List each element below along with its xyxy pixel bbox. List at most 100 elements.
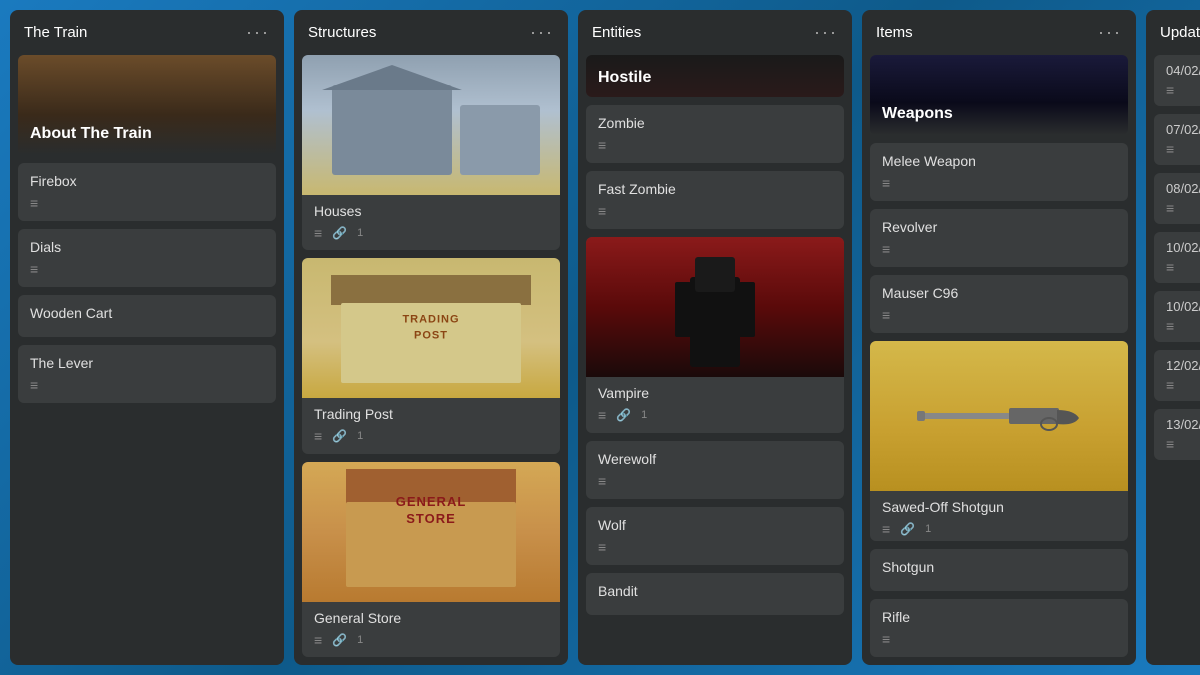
revolver-lines-icon	[882, 241, 890, 257]
card-rifle[interactable]: Rifle	[870, 599, 1128, 657]
card-firebox[interactable]: Firebox	[18, 163, 276, 221]
wooden-cart-title: Wooden Cart	[30, 305, 264, 321]
card-dials[interactable]: Dials	[18, 229, 276, 287]
column-title-entities: Entities	[592, 24, 641, 41]
card-vampire[interactable]: Vampire 🔗 1	[586, 237, 844, 433]
update-card-4[interactable]: 10/02/	[1154, 232, 1200, 283]
lever-lines-icon	[30, 377, 38, 393]
rifle-lines-icon	[882, 631, 890, 647]
general-attach-icon: 🔗	[332, 633, 347, 647]
sawed-off-attach-icon: 🔗	[900, 522, 915, 536]
houses-building	[332, 85, 452, 175]
shotgun-svg	[909, 396, 1089, 436]
melee-lines-icon	[882, 175, 890, 191]
zombie-lines-icon	[598, 137, 606, 153]
card-about-train[interactable]: About The Train	[18, 55, 276, 155]
card-shotgun[interactable]: Shotgun	[870, 549, 1128, 591]
column-content-items: Weapons Melee Weapon Revolver Mauser C96	[862, 55, 1136, 665]
vampire-lines-icon	[598, 407, 606, 423]
hostile-title: Hostile	[598, 69, 651, 86]
card-trading-post[interactable]: TRADINGPOST Trading Post 🔗 1	[302, 258, 560, 453]
general-sign: GENERALSTORE	[396, 494, 467, 528]
column-header-updates: Updates ···	[1146, 10, 1200, 55]
houses-attach-icon: 🔗	[332, 226, 347, 240]
sawed-off-attach-count: 1	[925, 523, 931, 535]
column-menu-structures[interactable]: ···	[530, 22, 554, 43]
upd6-lines	[1166, 377, 1174, 393]
general-store-title: General Store	[314, 610, 548, 626]
update-card-6[interactable]: 12/02/	[1154, 350, 1200, 401]
houses-lines-icon	[314, 225, 322, 241]
shotgun-image	[870, 341, 1128, 491]
trading-roof	[331, 275, 531, 305]
column-entities: Entities ··· Hostile Zombie Fast Zombie	[578, 10, 852, 665]
mauser-title: Mauser C96	[882, 285, 1116, 301]
weapons-title: Weapons	[882, 105, 1116, 123]
update-date-5: 10/02/	[1166, 299, 1200, 314]
card-melee-weapon[interactable]: Melee Weapon	[870, 143, 1128, 201]
roblox-arm-left	[675, 282, 691, 337]
werewolf-title: Werewolf	[598, 451, 832, 467]
card-wolf[interactable]: Wolf	[586, 507, 844, 565]
upd3-lines	[1166, 200, 1174, 216]
update-date-2: 07/02/	[1166, 122, 1200, 137]
roblox-head	[695, 257, 735, 292]
card-the-lever[interactable]: The Lever	[18, 345, 276, 403]
sawed-off-lines-icon	[882, 521, 890, 537]
card-houses[interactable]: Houses 🔗 1	[302, 55, 560, 250]
column-title-structures: Structures	[308, 24, 376, 41]
upd7-lines	[1166, 436, 1174, 452]
about-train-title: About The Train	[30, 125, 264, 143]
update-card-2[interactable]: 07/02/	[1154, 114, 1200, 165]
general-attach-count: 1	[357, 634, 363, 646]
column-content-the-train: About The Train Firebox Dials Wooden Car…	[10, 55, 284, 665]
column-title-items: Items	[876, 24, 913, 41]
trading-attach-count: 1	[357, 430, 363, 442]
upd1-lines	[1166, 82, 1174, 98]
column-menu-the-train[interactable]: ···	[246, 22, 270, 43]
column-title-the-train: The Train	[24, 24, 87, 41]
rifle-title: Rifle	[882, 609, 1116, 625]
card-wooden-cart[interactable]: Wooden Cart	[18, 295, 276, 337]
fast-zombie-title: Fast Zombie	[598, 181, 832, 197]
card-revolver[interactable]: Revolver	[870, 209, 1128, 267]
card-sawed-off-shotgun[interactable]: Sawed-Off Shotgun 🔗 1	[870, 341, 1128, 541]
trading-post-title: Trading Post	[314, 406, 548, 422]
column-updates: Updates ··· 04/02/ 07/02/ 08/02/ 10/02/	[1146, 10, 1200, 665]
sawed-off-title: Sawed-Off Shotgun	[882, 499, 1116, 515]
trading-sign: TRADINGPOST	[402, 313, 459, 344]
card-werewolf[interactable]: Werewolf	[586, 441, 844, 499]
update-card-3[interactable]: 08/02/	[1154, 173, 1200, 224]
update-card-5[interactable]: 10/02/	[1154, 291, 1200, 342]
trading-lines-icon	[314, 428, 322, 444]
section-weapons[interactable]: Weapons	[870, 55, 1128, 135]
column-menu-entities[interactable]: ···	[814, 22, 838, 43]
upd2-lines	[1166, 141, 1174, 157]
card-zombie[interactable]: Zombie	[586, 105, 844, 163]
update-date-4: 10/02/	[1166, 240, 1200, 255]
update-card-7[interactable]: 13/02/	[1154, 409, 1200, 460]
wolf-lines-icon	[598, 539, 606, 555]
column-header-structures: Structures ···	[294, 10, 568, 55]
houses-building2	[460, 105, 540, 175]
mauser-lines-icon	[882, 307, 890, 323]
card-mauser-c96[interactable]: Mauser C96	[870, 275, 1128, 333]
column-title-updates: Updates	[1160, 24, 1200, 41]
houses-title: Houses	[314, 203, 548, 219]
update-date-1: 04/02/	[1166, 63, 1200, 78]
section-hostile[interactable]: Hostile	[586, 55, 844, 97]
card-bandit[interactable]: Bandit	[586, 573, 844, 615]
update-date-3: 08/02/	[1166, 181, 1200, 196]
roblox-arm-right	[739, 282, 755, 337]
column-menu-items[interactable]: ···	[1098, 22, 1122, 43]
fast-zombie-lines-icon	[598, 203, 606, 219]
dials-lines-icon	[30, 261, 38, 277]
card-general-store[interactable]: GENERALSTORE General Store 🔗 1	[302, 462, 560, 657]
werewolf-lines-icon	[598, 473, 606, 489]
wolf-title: Wolf	[598, 517, 832, 533]
firebox-title: Firebox	[30, 173, 264, 189]
card-fast-zombie[interactable]: Fast Zombie	[586, 171, 844, 229]
general-lines-icon	[314, 632, 322, 648]
shotgun-title: Shotgun	[882, 559, 1116, 575]
update-card-1[interactable]: 04/02/	[1154, 55, 1200, 106]
